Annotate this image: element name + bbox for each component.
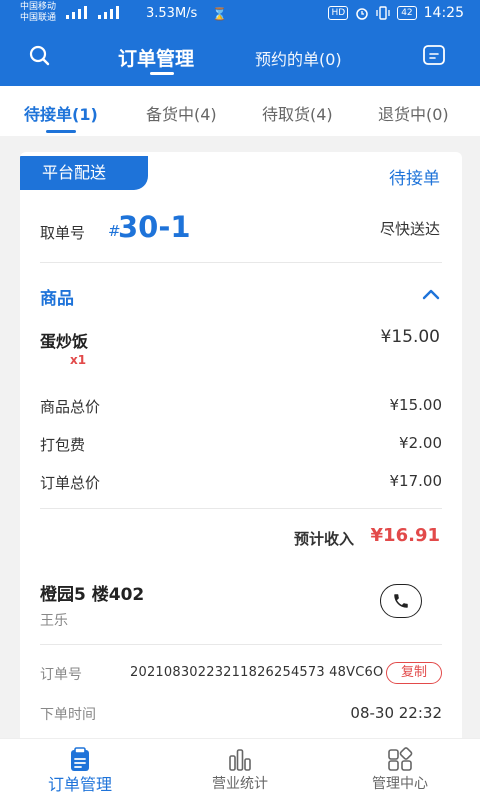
pickup-number: 30-1 [118,210,191,244]
order-time: 08-30 22:32 [350,704,442,722]
tab-returning[interactable]: 退货中(0) [378,101,449,125]
fee-label: 商品总价 [40,398,101,416]
order-time-row: 下单时间 08-30 22:32 [40,704,442,726]
chevron-up-icon[interactable] [422,288,440,300]
order-number: 20210830223211826254573 48VC6O [130,665,384,680]
divider [40,262,442,263]
order-status-tabs: 待接单(1) 备货中(4) 待取货(4) 退货中(0) [0,86,480,136]
nav-label: 营业统计 [212,776,268,792]
app-header: 订单管理 预约的单(0) [0,30,480,86]
fee-value: ¥17.00 [389,472,443,490]
fee-value: ¥2.00 [399,434,442,452]
manage-icon [388,747,413,771]
carrier-info: 中国移动 中国联通 [20,2,56,24]
status-bar: 中国移动 中国联通 3.53M/s ⌛ HD 42 14:25 [0,0,480,30]
carrier-2: 中国联通 [20,13,57,23]
stats-icon [229,749,251,771]
delivery-type-tag: 平台配送 [20,156,148,190]
nav-management-center[interactable]: 管理中心 [320,739,480,800]
order-card[interactable]: 平台配送 待接单 取单号 # 30-1 尽快送达 商品 蛋炒饭 x1 ¥15.0… [20,152,462,752]
income-label: 预计收入 [293,530,354,548]
signal-icon [66,6,119,19]
order-number-row: 订单号 20210830223211826254573 48VC6O 复制 [40,662,442,686]
network-speed: 3.53M/s [146,6,198,21]
fee-value: ¥15.00 [389,396,443,414]
order-time-label: 下单时间 [40,707,96,723]
pickup-label: 取单号 [40,224,86,242]
divider [40,508,442,509]
goods-section-title: 商品 [40,289,74,309]
nav-order-management[interactable]: 订单管理 [0,739,160,800]
fee-row-packing: 打包费 ¥2.00 [40,434,442,456]
alarm-icon [356,8,368,20]
active-tab-indicator [46,130,76,133]
divider [40,644,442,645]
fee-label: 订单总价 [40,474,101,492]
phone-icon [394,594,408,608]
call-button[interactable] [380,584,422,618]
message-icon[interactable] [422,44,446,66]
reservation-tab[interactable]: 预约的单(0) [255,46,342,70]
hd-badge: HD [328,6,349,20]
fee-row-goods-total: 商品总价 ¥15.00 [40,396,442,418]
customer-name: 王乐 [40,613,68,629]
order-number-label: 订单号 [40,667,82,683]
income-value: ¥16.91 [370,525,440,546]
copy-button[interactable]: 复制 [386,662,442,684]
vibrate-icon [376,6,390,20]
top-bar: 中国移动 中国联通 3.53M/s ⌛ HD 42 14:25 订单管理 预约的… [0,0,480,86]
page-title[interactable]: 订单管理 [118,44,194,71]
search-icon[interactable] [28,44,52,68]
delivery-note: 尽快送达 [379,220,440,238]
title-underline [150,72,174,75]
tab-pending[interactable]: 待接单(1) [24,101,98,125]
clock: 14:25 [423,5,464,21]
item-price: ¥15.00 [380,327,440,347]
carrier-1: 中国移动 [20,2,57,12]
hourglass-icon: ⌛ [212,7,227,21]
nav-label: 订单管理 [47,775,112,794]
bottom-navigation: 订单管理 营业统计 管理中心 [0,738,480,800]
item-quantity: x1 [70,353,87,367]
fee-label: 打包费 [40,436,86,454]
status-right: HD 42 14:25 [328,5,464,21]
delivery-address: 橙园5 楼402 [40,585,145,605]
fee-row-order-total: 订单总价 ¥17.00 [40,472,442,494]
nav-label: 管理中心 [372,776,428,792]
nav-business-stats[interactable]: 营业统计 [160,739,320,800]
tab-preparing[interactable]: 备货中(4) [146,101,217,125]
item-name: 蛋炒饭 [40,332,89,351]
battery-indicator: 42 [397,6,417,20]
order-icon [71,747,89,771]
order-status: 待接单 [389,169,440,189]
tab-awaiting-pickup[interactable]: 待取货(4) [262,101,333,125]
